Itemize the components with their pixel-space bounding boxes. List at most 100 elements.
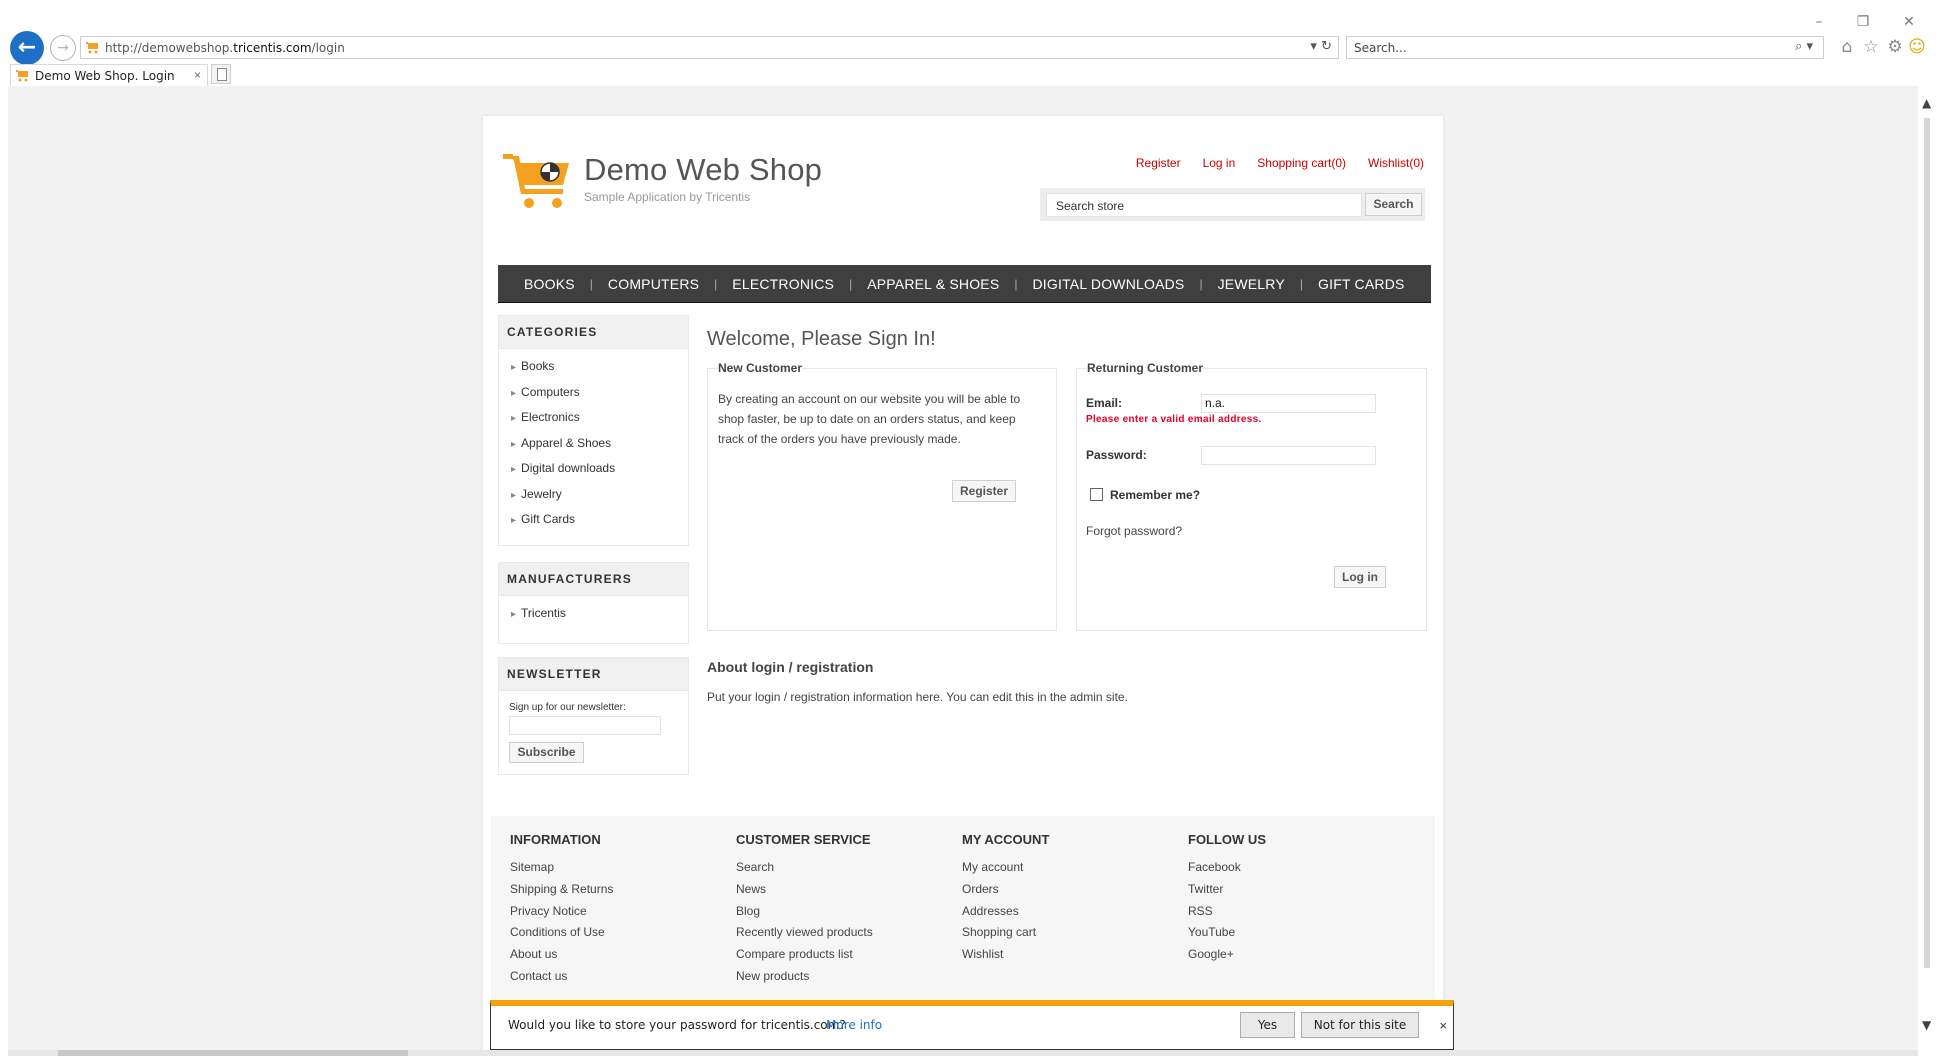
footer-link-about-us[interactable]: About us: [510, 945, 613, 967]
footer-customer-service: CUSTOMER SERVICE Search News Blog Recent…: [736, 832, 873, 989]
footer-link-rss[interactable]: RSS: [1188, 902, 1266, 924]
more-info-link[interactable]: More info: [826, 1018, 882, 1032]
store-search: Search store Search: [1040, 188, 1425, 221]
header-cart-link[interactable]: Shopping cart(0): [1257, 156, 1346, 170]
smiley-feedback-icon[interactable]: ☺: [1906, 36, 1928, 58]
password-input[interactable]: [1201, 446, 1376, 465]
store-search-button[interactable]: Search: [1365, 193, 1422, 216]
tab-close-icon[interactable]: ×: [194, 68, 201, 82]
tab-active[interactable]: Demo Web Shop. Login ×: [10, 64, 208, 86]
footer-link-recently-viewed[interactable]: Recently viewed products: [736, 923, 873, 945]
footer-link-compare-products[interactable]: Compare products list: [736, 945, 873, 967]
email-label: Email:: [1086, 396, 1123, 410]
returning-customer-legend: Returning Customer: [1087, 361, 1204, 375]
favorites-star-icon[interactable]: ☆: [1860, 36, 1882, 58]
footer-link-contact-us[interactable]: Contact us: [510, 967, 613, 989]
header-wishlist-link[interactable]: Wishlist(0): [1368, 156, 1424, 170]
store-search-input[interactable]: Search store: [1046, 193, 1362, 217]
restore-icon[interactable]: ❐: [1852, 12, 1874, 32]
minimize-icon[interactable]: –: [1808, 12, 1830, 32]
horizontal-scrollbar-thumb[interactable]: [58, 1050, 408, 1056]
category-books[interactable]: Books: [511, 357, 688, 383]
dropdown-icon[interactable]: ▾: [1310, 39, 1317, 54]
remember-me-label[interactable]: Remember me?: [1110, 488, 1200, 502]
footer-link-search[interactable]: Search: [736, 858, 873, 880]
not-for-this-site-button[interactable]: Not for this site: [1301, 1012, 1419, 1038]
category-gift-cards[interactable]: Gift Cards: [511, 510, 688, 536]
vertical-scrollbar[interactable]: ▲ ▼: [1918, 86, 1936, 1056]
password-save-question: Would you like to store your password fo…: [508, 1018, 846, 1032]
email-input[interactable]: n.a.: [1201, 394, 1376, 413]
logo-cart-icon[interactable]: [503, 151, 573, 211]
category-apparel-shoes[interactable]: Apparel & Shoes: [511, 434, 688, 460]
menu-digital-downloads[interactable]: DIGITAL DOWNLOADS: [1018, 276, 1200, 292]
address-tools[interactable]: ▾ ↻: [1310, 39, 1332, 54]
footer-link-shipping-returns[interactable]: Shipping & Returns: [510, 880, 613, 902]
manufacturer-tricentis[interactable]: Tricentis: [511, 604, 688, 630]
about-title: About login / registration: [707, 659, 874, 675]
menu-computers[interactable]: COMPUTERS: [593, 276, 714, 292]
category-computers[interactable]: Computers: [511, 383, 688, 409]
footer-link-privacy-notice[interactable]: Privacy Notice: [510, 902, 613, 924]
menu-gift-cards[interactable]: GIFT CARDS: [1303, 276, 1420, 292]
footer-link-wishlist[interactable]: Wishlist: [962, 945, 1049, 967]
scroll-up-icon[interactable]: ▲: [1922, 96, 1931, 110]
header-login-link[interactable]: Log in: [1203, 156, 1236, 170]
footer-link-youtube[interactable]: YouTube: [1188, 923, 1266, 945]
browser-search-field[interactable]: Search... ⌕ ▾: [1346, 36, 1824, 59]
page-title: Welcome, Please Sign In!: [707, 328, 936, 350]
footer-link-blog[interactable]: Blog: [736, 902, 873, 924]
site-title[interactable]: Demo Web Shop: [584, 152, 822, 188]
forward-arrow-icon[interactable]: →: [50, 35, 76, 61]
gear-icon[interactable]: ⚙: [1884, 36, 1906, 58]
browser-search-placeholder: Search...: [1354, 41, 1407, 55]
menu-apparel-shoes[interactable]: APPAREL & SHOES: [852, 276, 1014, 292]
site-subtitle: Sample Application by Tricentis: [584, 190, 751, 204]
remember-me-checkbox[interactable]: [1090, 488, 1103, 501]
login-button[interactable]: Log in: [1334, 566, 1386, 588]
store-search-value: Search store: [1056, 199, 1125, 213]
footer-link-google-plus[interactable]: Google+: [1188, 945, 1266, 967]
save-password-yes-button[interactable]: Yes: [1240, 1012, 1295, 1038]
category-electronics[interactable]: Electronics: [511, 408, 688, 434]
menu-electronics[interactable]: ELECTRONICS: [717, 276, 849, 292]
register-button[interactable]: Register: [952, 480, 1016, 502]
menu-books[interactable]: BOOKS: [509, 276, 590, 292]
newsletter-block: NEWSLETTER Sign up for our newsletter: S…: [498, 657, 689, 775]
back-arrow-icon[interactable]: ←: [10, 31, 44, 65]
footer-link-addresses[interactable]: Addresses: [962, 902, 1049, 924]
password-save-bar: Would you like to store your password fo…: [490, 1000, 1454, 1050]
home-icon[interactable]: ⌂: [1836, 36, 1858, 58]
refresh-icon[interactable]: ↻: [1321, 39, 1332, 54]
scroll-down-icon[interactable]: ▼: [1922, 1018, 1931, 1032]
footer-link-new-products[interactable]: New products: [736, 967, 873, 989]
subscribe-button[interactable]: Subscribe: [509, 742, 584, 763]
address-bar[interactable]: http://demowebshop.tricentis.com/login ▾…: [80, 36, 1339, 59]
header-register-link[interactable]: Register: [1136, 156, 1181, 170]
close-window-icon[interactable]: ✕: [1898, 12, 1920, 32]
category-digital-downloads[interactable]: Digital downloads: [511, 459, 688, 485]
footer-link-my-account[interactable]: My account: [962, 858, 1049, 880]
category-jewelry[interactable]: Jewelry: [511, 485, 688, 511]
forgot-password-link[interactable]: Forgot password?: [1086, 524, 1182, 538]
search-icon[interactable]: ⌕ ▾: [1795, 39, 1813, 54]
scrollbar-thumb[interactable]: [1924, 118, 1930, 968]
footer-link-twitter[interactable]: Twitter: [1188, 880, 1266, 902]
footer-link-facebook[interactable]: Facebook: [1188, 858, 1266, 880]
categories-list: Books Computers Electronics Apparel & Sh…: [499, 349, 688, 540]
newsletter-email-input[interactable]: [509, 716, 661, 735]
footer-link-orders[interactable]: Orders: [962, 880, 1049, 902]
footer-link-conditions-of-use[interactable]: Conditions of Use: [510, 923, 613, 945]
footer-link-sitemap[interactable]: Sitemap: [510, 858, 613, 880]
about-text: Put your login / registration informatio…: [707, 690, 1128, 704]
categories-title: CATEGORIES: [499, 316, 688, 349]
footer-link-news[interactable]: News: [736, 880, 873, 902]
new-tab-button[interactable]: [211, 64, 231, 84]
footer-column-title: FOLLOW US: [1188, 832, 1266, 847]
horizontal-scrollbar[interactable]: [8, 1050, 1918, 1056]
footer-link-shopping-cart[interactable]: Shopping cart: [962, 923, 1049, 945]
address-url: http://demowebshop.tricentis.com/login: [105, 41, 345, 55]
footer-column-title: MY ACCOUNT: [962, 832, 1050, 847]
menu-jewelry[interactable]: JEWELRY: [1203, 276, 1300, 292]
close-bar-icon[interactable]: ×: [1439, 1018, 1447, 1033]
